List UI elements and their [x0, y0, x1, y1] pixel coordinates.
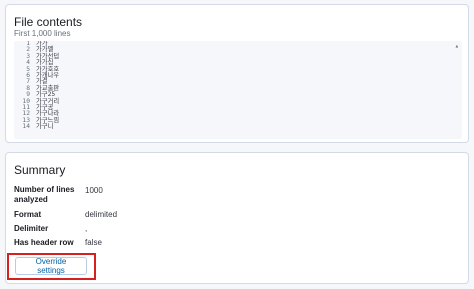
summary-term: Number of lines analyzed	[14, 185, 75, 204]
line-number: 14	[22, 123, 30, 131]
file-contents-title: File contents	[14, 15, 83, 29]
summary-value: 1000	[85, 186, 103, 195]
summary-title: Summary	[14, 163, 66, 177]
file-contents-code-block[interactable]: 1 가가 2 가가멜 3 가가선덥 4 가가십 5 가가호호 6 가개나우 7 가결 8 가교출판 9 가구25 1…	[14, 41, 462, 139]
summary-term: Delimiter	[14, 224, 49, 233]
summary-term: Has header row	[14, 238, 74, 247]
summary-value: delimited	[85, 210, 118, 219]
summary-term: Format	[14, 210, 42, 219]
code-scroll-indicator-icon[interactable]: ▴	[455, 42, 459, 49]
file-contents-subtitle: First 1,000 lines	[14, 29, 71, 38]
code-line: 14 가구니	[14, 123, 462, 131]
line-text: 가구니	[36, 123, 54, 131]
file-contents-panel: File contents First 1,000 lines 1 가가 2 가가멜 3…	[5, 4, 469, 143]
summary-value: false	[85, 238, 102, 247]
override-settings-button[interactable]: Override settings	[15, 257, 87, 275]
summary-value: ,	[85, 224, 88, 233]
summary-panel: Summary Number of lines analyzed 1000 Fo…	[5, 152, 469, 284]
